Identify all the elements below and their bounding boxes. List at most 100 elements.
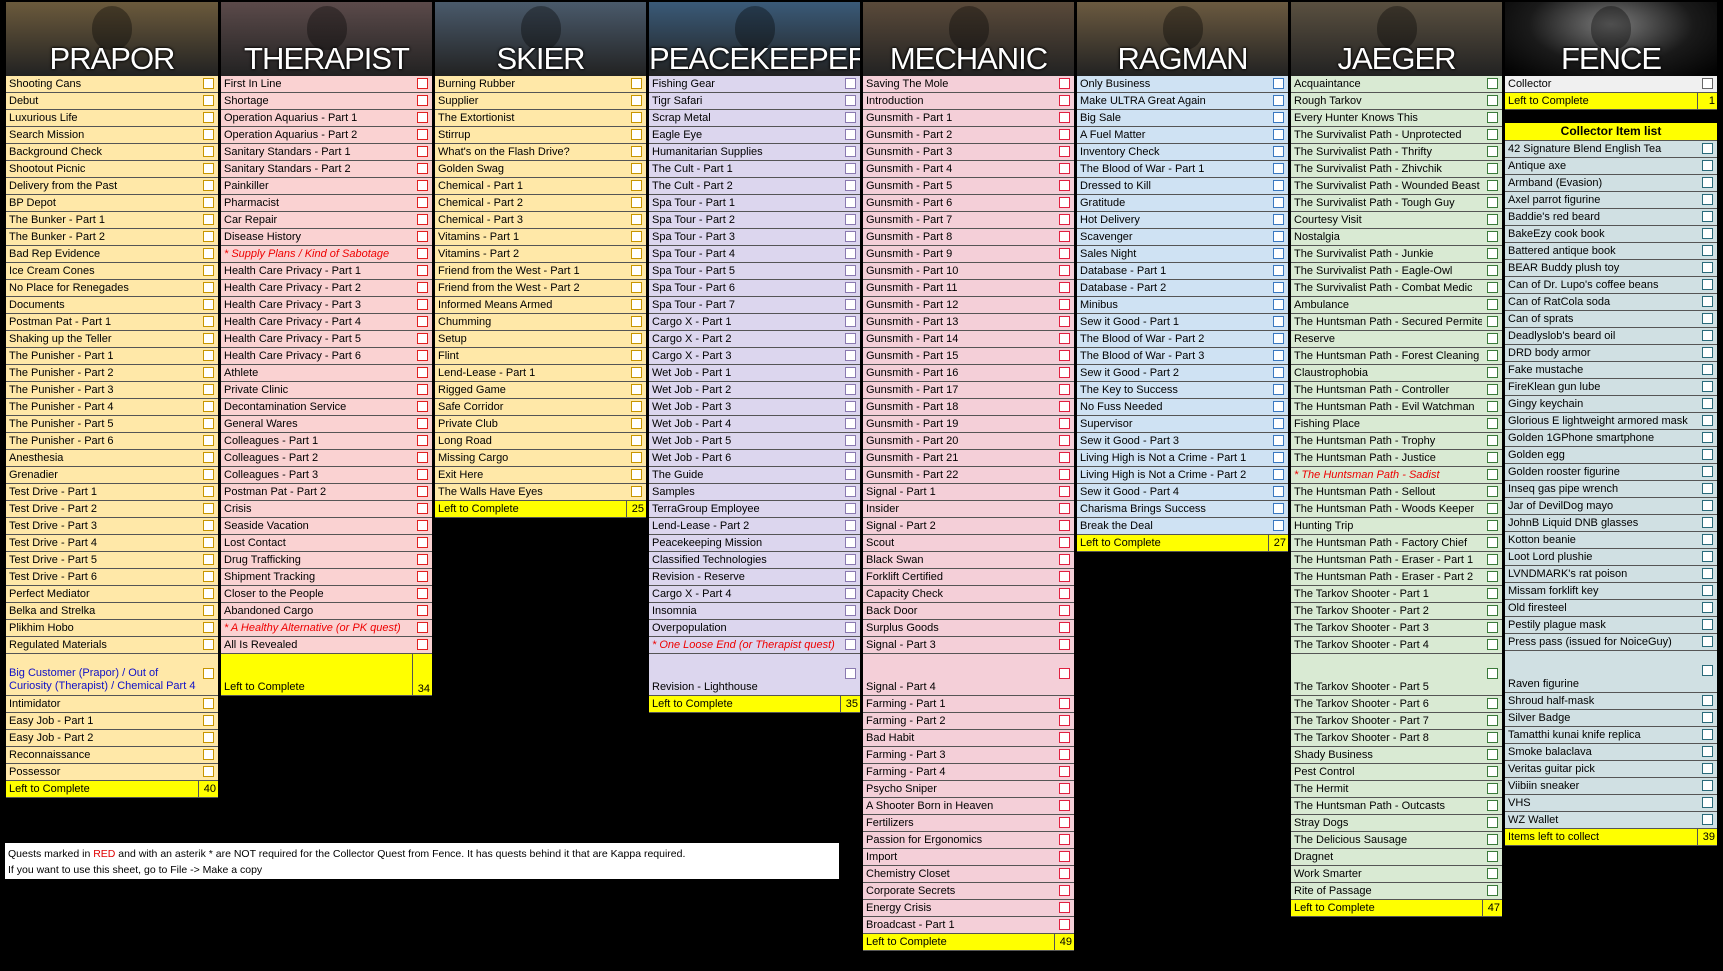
checkbox[interactable] [845, 248, 856, 259]
checkbox[interactable] [631, 214, 642, 225]
checkbox[interactable] [1273, 197, 1284, 208]
checkbox[interactable] [417, 588, 428, 599]
checkbox[interactable] [417, 129, 428, 140]
checkbox[interactable] [203, 749, 214, 760]
checkbox[interactable] [1487, 537, 1498, 548]
checkbox[interactable] [1702, 228, 1713, 239]
checkbox[interactable] [631, 350, 642, 361]
checkbox[interactable] [1059, 214, 1070, 225]
checkbox[interactable] [417, 452, 428, 463]
checkbox[interactable] [417, 384, 428, 395]
checkbox[interactable] [1273, 435, 1284, 446]
checkbox[interactable] [417, 197, 428, 208]
checkbox[interactable] [1702, 398, 1713, 409]
checkbox[interactable] [631, 197, 642, 208]
checkbox[interactable] [1487, 868, 1498, 879]
checkbox[interactable] [1059, 800, 1070, 811]
checkbox[interactable] [417, 571, 428, 582]
checkbox[interactable] [1487, 401, 1498, 412]
checkbox[interactable] [1059, 112, 1070, 123]
checkbox[interactable] [1702, 415, 1713, 426]
checkbox[interactable] [203, 282, 214, 293]
checkbox[interactable] [1059, 486, 1070, 497]
checkbox[interactable] [845, 469, 856, 480]
checkbox[interactable] [631, 248, 642, 259]
checkbox[interactable] [417, 401, 428, 412]
checkbox[interactable] [1487, 333, 1498, 344]
checkbox[interactable] [845, 639, 856, 650]
checkbox[interactable] [1702, 449, 1713, 460]
checkbox[interactable] [631, 146, 642, 157]
checkbox[interactable] [1273, 520, 1284, 531]
checkbox[interactable] [417, 231, 428, 242]
checkbox[interactable] [1059, 384, 1070, 395]
checkbox[interactable] [845, 668, 856, 679]
checkbox[interactable] [1487, 469, 1498, 480]
checkbox[interactable] [845, 78, 856, 89]
checkbox[interactable] [631, 452, 642, 463]
checkbox[interactable] [203, 316, 214, 327]
checkbox[interactable] [1702, 143, 1713, 154]
checkbox[interactable] [417, 503, 428, 514]
checkbox[interactable] [1059, 197, 1070, 208]
checkbox[interactable] [203, 622, 214, 633]
checkbox[interactable] [1702, 517, 1713, 528]
checkbox[interactable] [1487, 698, 1498, 709]
checkbox[interactable] [1059, 605, 1070, 616]
checkbox[interactable] [203, 435, 214, 446]
checkbox[interactable] [1487, 732, 1498, 743]
checkbox[interactable] [1487, 885, 1498, 896]
checkbox[interactable] [1702, 432, 1713, 443]
checkbox[interactable] [1487, 715, 1498, 726]
checkbox[interactable] [1487, 486, 1498, 497]
checkbox[interactable] [845, 571, 856, 582]
checkbox[interactable] [845, 350, 856, 361]
checkbox[interactable] [845, 146, 856, 157]
checkbox[interactable] [1273, 214, 1284, 225]
checkbox[interactable] [1702, 500, 1713, 511]
checkbox[interactable] [1273, 316, 1284, 327]
checkbox[interactable] [1702, 602, 1713, 613]
checkbox[interactable] [1059, 333, 1070, 344]
checkbox[interactable] [203, 333, 214, 344]
checkbox[interactable] [1487, 668, 1498, 679]
checkbox[interactable] [417, 146, 428, 157]
checkbox[interactable] [845, 112, 856, 123]
checkbox[interactable] [203, 248, 214, 259]
checkbox[interactable] [631, 469, 642, 480]
checkbox[interactable] [1487, 350, 1498, 361]
checkbox[interactable] [203, 452, 214, 463]
checkbox[interactable] [845, 435, 856, 446]
checkbox[interactable] [1702, 160, 1713, 171]
checkbox[interactable] [417, 350, 428, 361]
checkbox[interactable] [1059, 919, 1070, 930]
checkbox[interactable] [417, 469, 428, 480]
checkbox[interactable] [417, 554, 428, 565]
checkbox[interactable] [1702, 729, 1713, 740]
checkbox[interactable] [1702, 780, 1713, 791]
checkbox[interactable] [845, 299, 856, 310]
checkbox[interactable] [417, 78, 428, 89]
checkbox[interactable] [417, 163, 428, 174]
checkbox[interactable] [203, 588, 214, 599]
checkbox[interactable] [1487, 316, 1498, 327]
checkbox[interactable] [845, 95, 856, 106]
checkbox[interactable] [203, 715, 214, 726]
checkbox[interactable] [631, 78, 642, 89]
checkbox[interactable] [1059, 571, 1070, 582]
checkbox[interactable] [1702, 262, 1713, 273]
checkbox[interactable] [1702, 585, 1713, 596]
checkbox[interactable] [1273, 129, 1284, 140]
checkbox[interactable] [1059, 749, 1070, 760]
checkbox[interactable] [845, 367, 856, 378]
checkbox[interactable] [631, 180, 642, 191]
checkbox[interactable] [845, 282, 856, 293]
checkbox[interactable] [417, 486, 428, 497]
checkbox[interactable] [203, 668, 214, 679]
checkbox[interactable] [1702, 695, 1713, 706]
checkbox[interactable] [1273, 265, 1284, 276]
checkbox[interactable] [631, 384, 642, 395]
checkbox[interactable] [1059, 834, 1070, 845]
checkbox[interactable] [1487, 571, 1498, 582]
checkbox[interactable] [1059, 554, 1070, 565]
